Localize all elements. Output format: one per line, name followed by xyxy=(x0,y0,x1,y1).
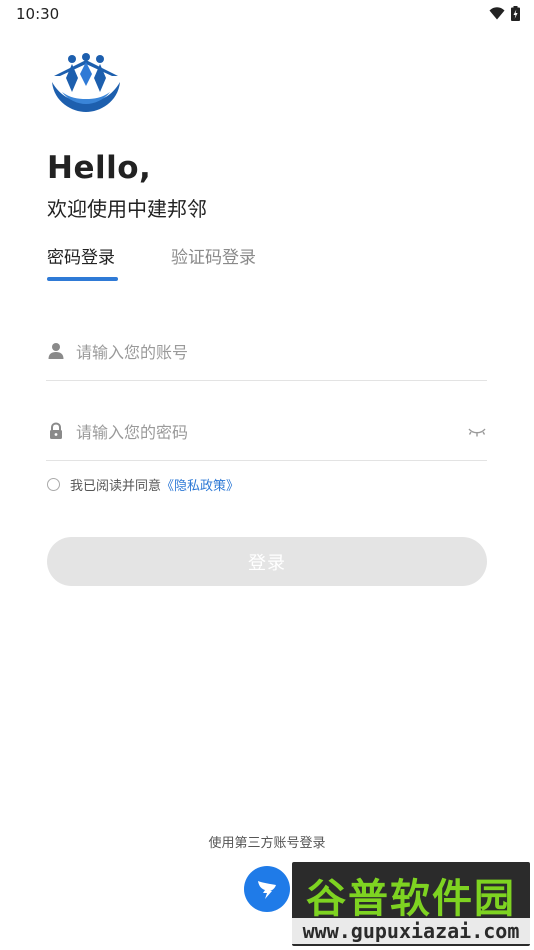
eye-closed-icon[interactable] xyxy=(467,425,487,439)
greeting-title: Hello, xyxy=(47,150,152,186)
app-logo xyxy=(52,53,120,112)
account-input[interactable] xyxy=(76,337,456,367)
user-icon xyxy=(48,343,64,359)
status-bar: 10:30 xyxy=(0,0,534,28)
lock-icon xyxy=(50,422,62,439)
account-field xyxy=(46,333,487,373)
status-time: 10:30 xyxy=(16,5,60,23)
dingtalk-login-button[interactable] xyxy=(244,866,290,912)
tab-code-login[interactable]: 验证码登录 xyxy=(171,243,256,268)
dingtalk-icon xyxy=(258,881,276,899)
agreement-row: 我已阅读并同意 《隐私政策》 xyxy=(47,475,239,494)
welcome-subtitle: 欢迎使用中建邦邻 xyxy=(47,197,207,221)
privacy-policy-link[interactable]: 《隐私政策》 xyxy=(161,475,239,494)
tab-password-login[interactable]: 密码登录 xyxy=(47,243,115,268)
password-field xyxy=(46,413,487,453)
battery-icon xyxy=(511,6,520,21)
account-divider xyxy=(46,380,487,381)
agreement-text: 我已阅读并同意 xyxy=(70,478,162,494)
password-divider xyxy=(46,460,487,461)
status-icons xyxy=(489,6,520,21)
wifi-icon xyxy=(489,7,505,20)
watermark-url: www.gupuxiazai.com xyxy=(292,918,530,944)
agreement-checkbox[interactable] xyxy=(47,477,60,491)
watermark-title: 谷普软件园 xyxy=(306,876,516,922)
active-tab-indicator xyxy=(47,277,118,281)
password-input[interactable] xyxy=(76,417,456,447)
watermark-badge: 谷普软件园 www.gupuxiazai.com xyxy=(292,862,530,946)
third-party-login-label: 使用第三方账号登录 xyxy=(208,836,326,851)
login-button[interactable]: 登录 xyxy=(47,537,487,586)
